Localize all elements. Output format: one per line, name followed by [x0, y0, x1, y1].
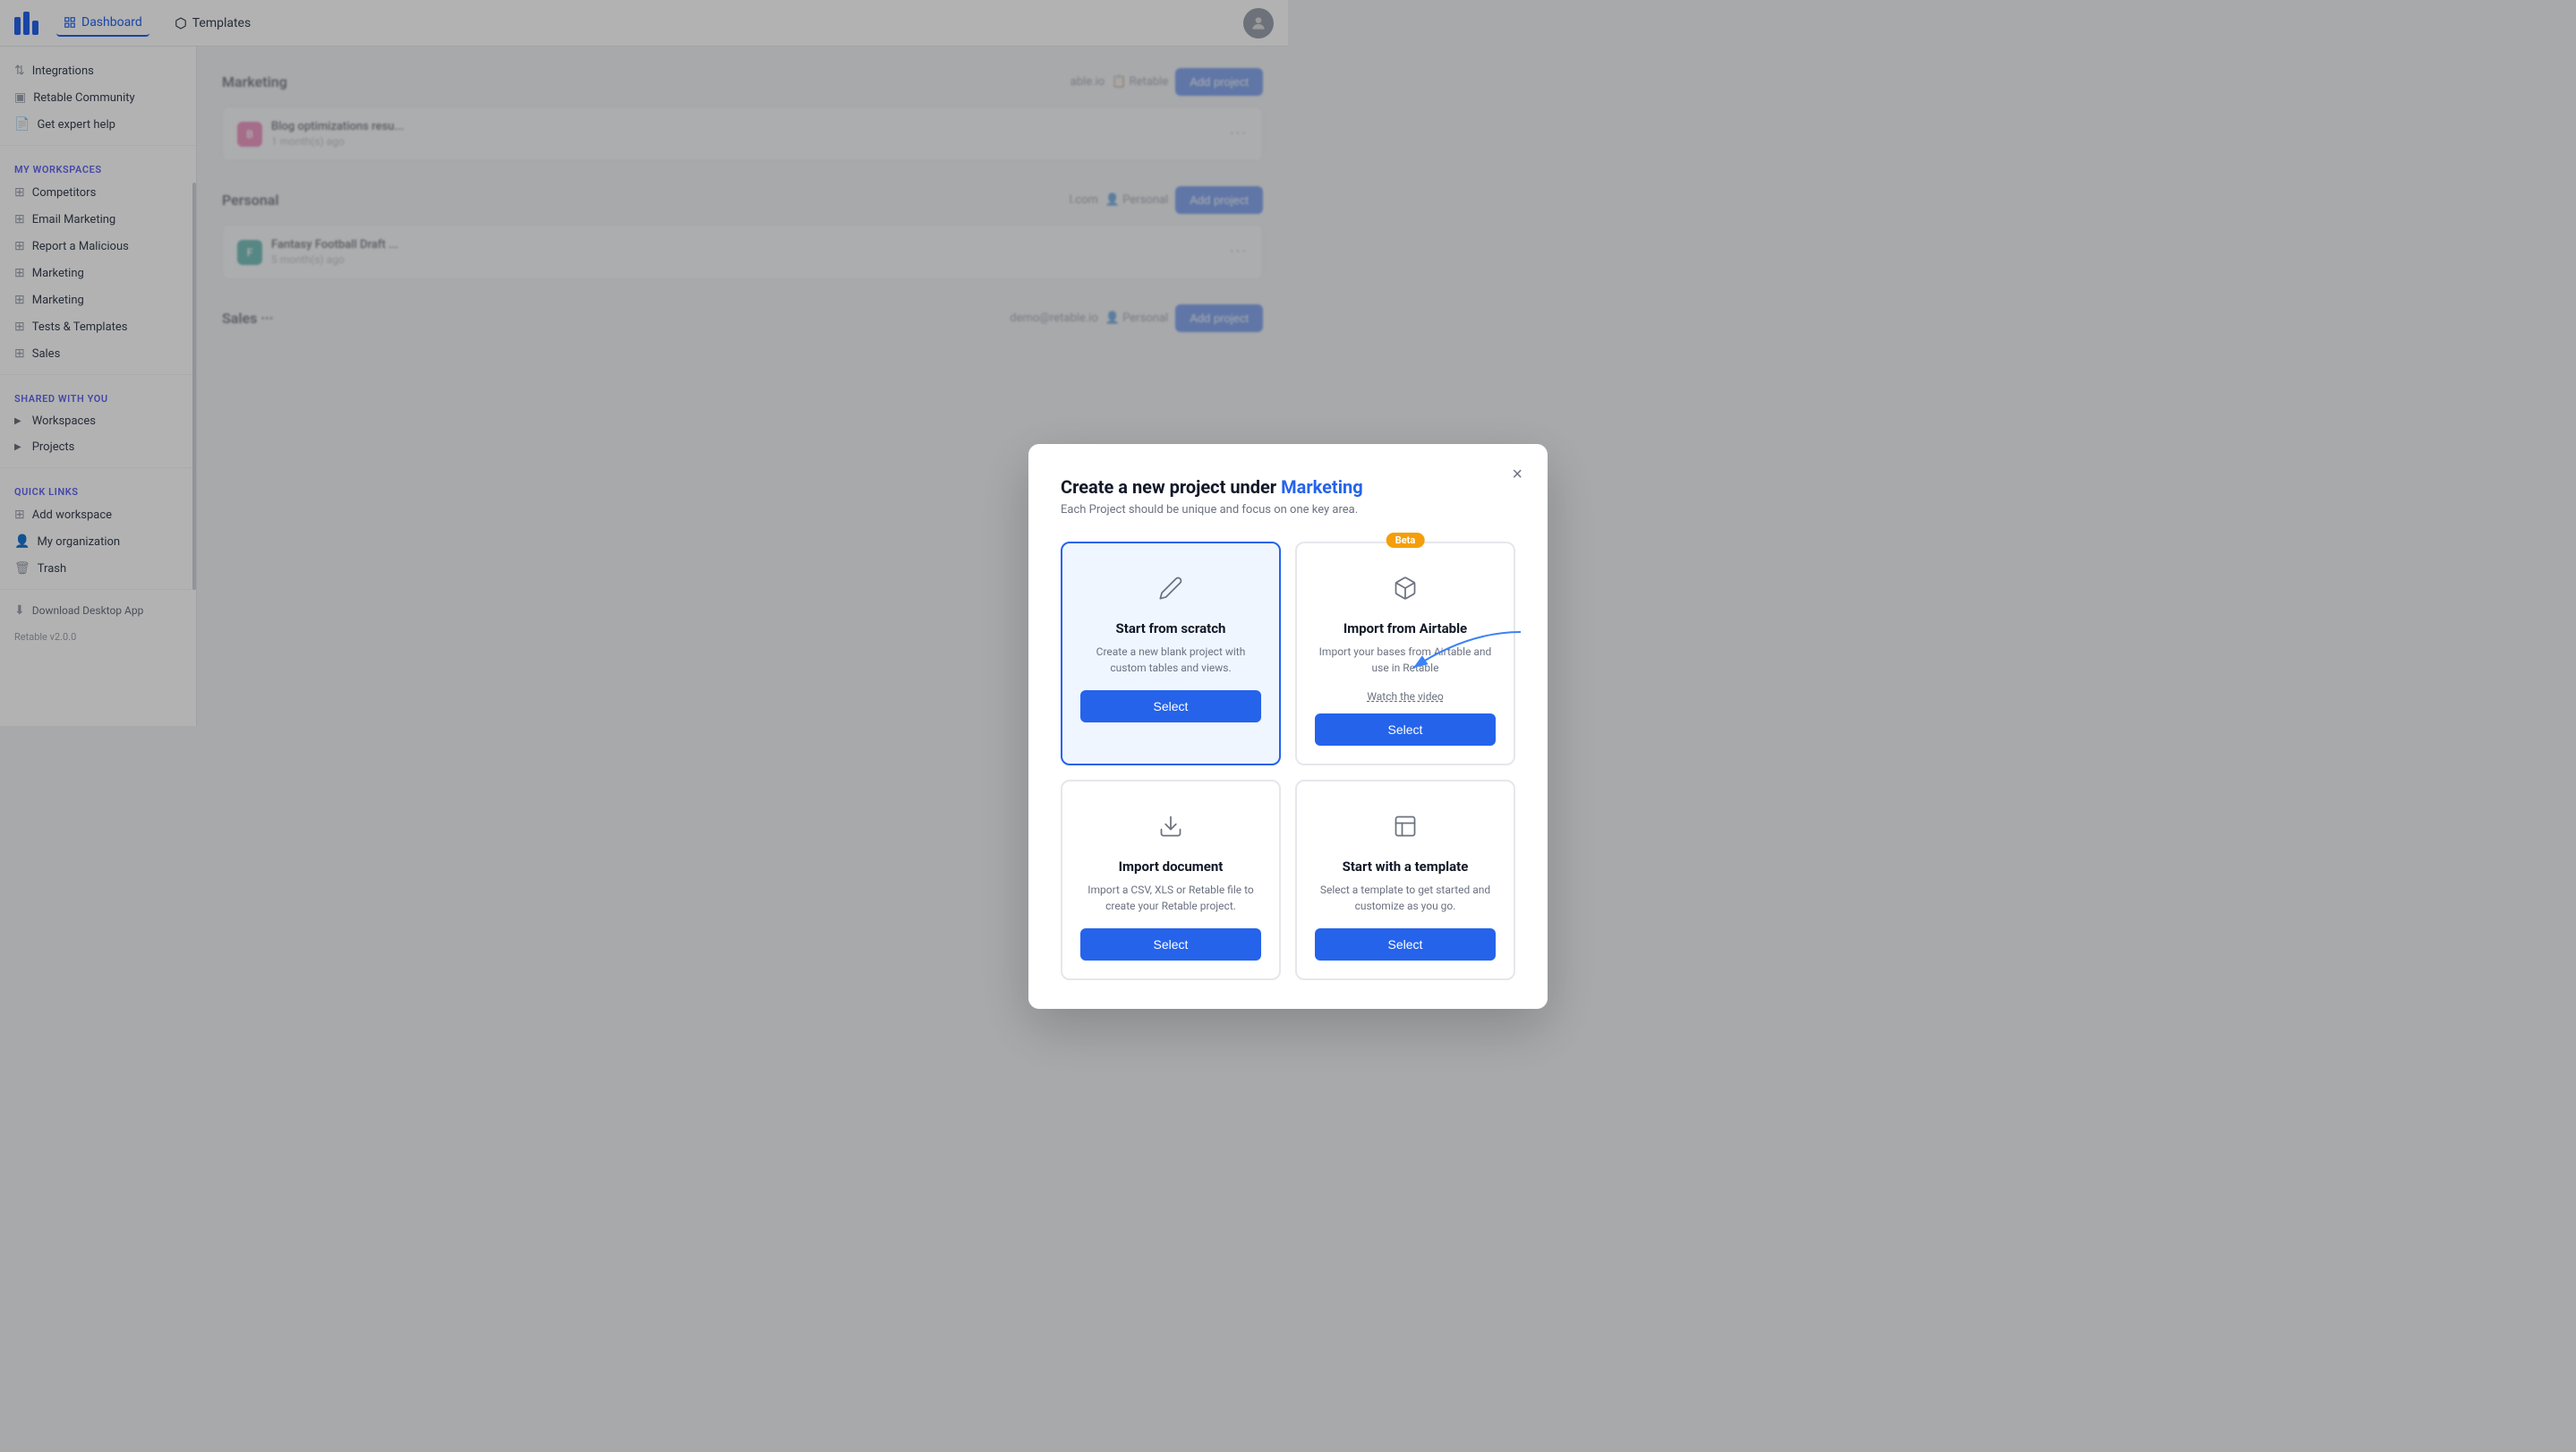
beta-badge: Beta — [1386, 533, 1425, 548]
airtable-desc: Import your bases from Airtable and use … — [1315, 644, 1496, 676]
modal-subtitle: Each Project should be unique and focus … — [1061, 503, 1515, 517]
option-template[interactable]: Start with a template Select a template … — [1295, 780, 1515, 980]
document-select-button[interactable]: Select — [1080, 928, 1261, 961]
template-title: Start with a template — [1343, 858, 1469, 875]
scratch-title: Start from scratch — [1116, 620, 1226, 636]
modal-overlay[interactable]: × Create a new project under Marketing E… — [0, 0, 2576, 1452]
watch-video-link[interactable]: Watch the video — [1367, 690, 1443, 703]
scratch-icon — [1151, 568, 1190, 608]
template-icon — [1386, 807, 1425, 846]
options-grid: Start from scratch Create a new blank pr… — [1061, 542, 1515, 980]
option-scratch[interactable]: Start from scratch Create a new blank pr… — [1061, 542, 1281, 765]
scratch-select-button[interactable]: Select — [1080, 690, 1261, 722]
option-airtable[interactable]: Beta Import from Airtable Import your ba… — [1295, 542, 1515, 765]
airtable-select-button[interactable]: Select — [1315, 713, 1496, 746]
airtable-icon — [1386, 568, 1425, 608]
modal-title-accent: Marketing — [1281, 476, 1363, 498]
template-desc: Select a template to get started and cus… — [1315, 882, 1496, 914]
template-select-button[interactable]: Select — [1315, 928, 1496, 961]
scratch-desc: Create a new blank project with custom t… — [1080, 644, 1261, 676]
modal-title: Create a new project under Marketing — [1061, 476, 1515, 498]
airtable-title: Import from Airtable — [1343, 620, 1467, 636]
document-title: Import document — [1119, 858, 1224, 875]
document-desc: Import a CSV, XLS or Retable file to cre… — [1080, 882, 1261, 914]
document-icon — [1151, 807, 1190, 846]
modal-close-button[interactable]: × — [1505, 462, 1530, 487]
create-project-modal: × Create a new project under Marketing E… — [1028, 444, 1548, 1009]
option-document[interactable]: Import document Import a CSV, XLS or Ret… — [1061, 780, 1281, 980]
